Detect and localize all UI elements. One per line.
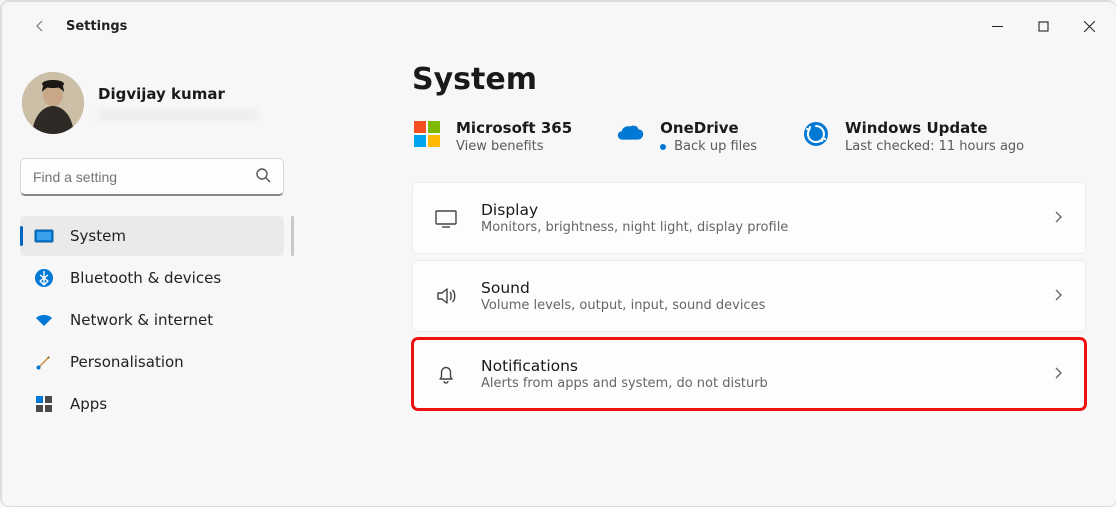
maximize-button[interactable] (1020, 10, 1066, 42)
titlebar: Settings (2, 2, 1116, 50)
settings-rows: Display Monitors, brightness, night ligh… (412, 182, 1086, 410)
chevron-right-icon (1051, 287, 1065, 306)
system-icon (34, 226, 54, 246)
card-windows-update[interactable]: Windows Update Last checked: 11 hours ag… (801, 119, 1024, 154)
profile-block[interactable]: Digvijay kumar (22, 72, 284, 134)
onedrive-icon (616, 119, 646, 149)
sidebar-item-label: Bluetooth & devices (70, 269, 221, 287)
top-cards: Microsoft 365 View benefits OneDrive Bac… (412, 119, 1086, 154)
row-sound[interactable]: Sound Volume levels, output, input, soun… (412, 260, 1086, 332)
chevron-right-icon (1051, 365, 1065, 384)
card-title: OneDrive (660, 119, 757, 137)
sidebar-item-label: Network & internet (70, 311, 213, 329)
row-notifications[interactable]: Notifications Alerts from apps and syste… (412, 338, 1086, 410)
chevron-right-icon (1051, 209, 1065, 228)
row-title: Display (481, 201, 1029, 219)
sidebar-item-system[interactable]: System (20, 216, 284, 256)
minimize-icon (992, 21, 1003, 32)
sidebar-item-label: Personalisation (70, 353, 184, 371)
nav-scrollbar[interactable] (291, 216, 294, 256)
microsoft-365-icon (412, 119, 442, 149)
avatar (22, 72, 84, 134)
row-subtitle: Volume levels, output, input, sound devi… (481, 298, 1029, 313)
bell-icon (433, 361, 459, 387)
app-title: Settings (66, 19, 127, 34)
apps-icon (34, 394, 54, 414)
main-content: System Microsoft 365 View benefits OneDr… (300, 50, 1116, 506)
card-title: Microsoft 365 (456, 119, 572, 137)
search-icon (255, 167, 271, 187)
back-button[interactable] (26, 12, 54, 40)
row-title: Notifications (481, 357, 1029, 375)
brush-icon (34, 352, 54, 372)
sidebar-item-label: Apps (70, 395, 107, 413)
card-subtitle: View benefits (456, 139, 572, 154)
card-microsoft-365[interactable]: Microsoft 365 View benefits (412, 119, 572, 154)
row-subtitle: Alerts from apps and system, do not dist… (481, 376, 1029, 391)
close-icon (1084, 21, 1095, 32)
sound-icon (433, 283, 459, 309)
sidebar: Digvijay kumar System Blueto (2, 50, 300, 506)
card-onedrive[interactable]: OneDrive Back up files (616, 119, 757, 154)
sidebar-item-personalisation[interactable]: Personalisation (20, 342, 284, 382)
display-icon (433, 205, 459, 231)
minimize-button[interactable] (974, 10, 1020, 42)
search-box[interactable] (20, 158, 284, 196)
bluetooth-icon (34, 268, 54, 288)
search-input[interactable] (33, 169, 243, 185)
sidebar-nav: System Bluetooth & devices Network & int… (20, 216, 284, 424)
user-email-redacted (98, 109, 258, 121)
close-button[interactable] (1066, 10, 1112, 42)
sidebar-item-network[interactable]: Network & internet (20, 300, 284, 340)
user-name: Digvijay kumar (98, 85, 258, 103)
wifi-icon (34, 310, 54, 330)
maximize-icon (1038, 21, 1049, 32)
row-display[interactable]: Display Monitors, brightness, night ligh… (412, 182, 1086, 254)
row-title: Sound (481, 279, 1029, 297)
sidebar-item-bluetooth[interactable]: Bluetooth & devices (20, 258, 284, 298)
update-icon (801, 119, 831, 149)
row-subtitle: Monitors, brightness, night light, displ… (481, 220, 1029, 235)
page-title: System (412, 62, 1086, 97)
card-subtitle: Last checked: 11 hours ago (845, 139, 1024, 154)
card-subtitle: Back up files (660, 139, 757, 154)
sidebar-item-apps[interactable]: Apps (20, 384, 284, 424)
card-title: Windows Update (845, 119, 1024, 137)
sidebar-item-label: System (70, 227, 126, 245)
arrow-left-icon (32, 18, 48, 34)
window-controls (974, 10, 1112, 42)
